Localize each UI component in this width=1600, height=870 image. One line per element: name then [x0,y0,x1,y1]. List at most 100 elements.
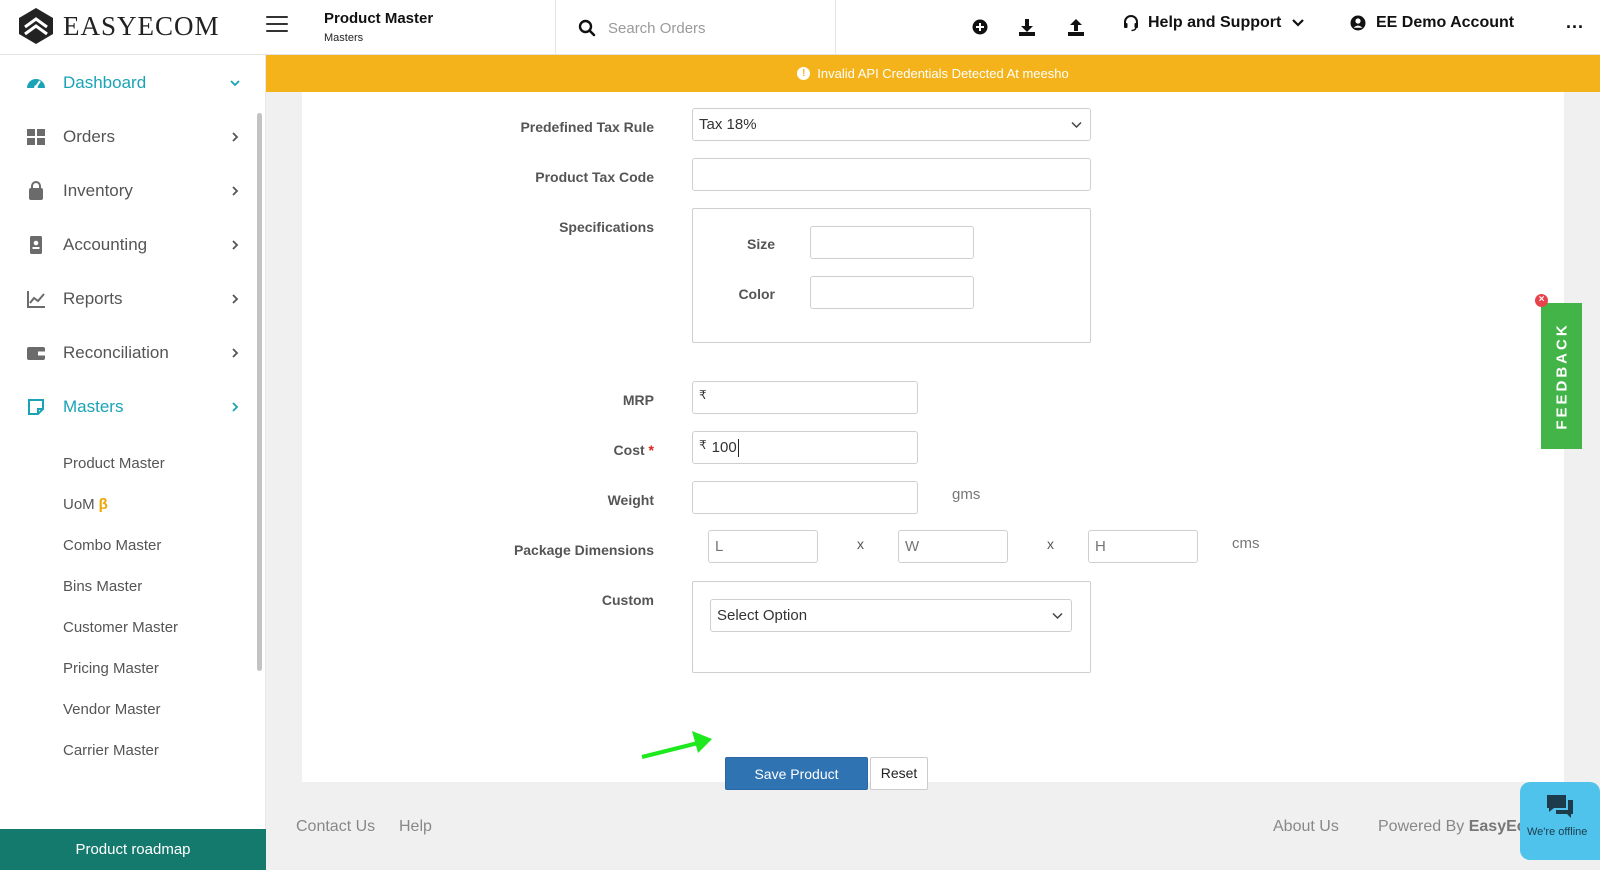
sidebar-item-inventory[interactable]: Inventory [0,171,250,211]
length-input[interactable] [708,530,818,563]
custom-label: Custom [601,592,654,608]
alert-text: Invalid API Credentials Detected At mees… [817,66,1069,81]
sidebar-scrollbar[interactable] [257,113,262,671]
beta-badge: β [98,496,108,513]
tax-rule-value: Tax 18% [699,116,757,133]
chevron-down-icon [1052,612,1063,619]
sidebar-item-reports[interactable]: Reports [0,279,250,319]
green-arrow-icon [641,731,712,759]
ledger-icon [30,236,42,254]
mrp-label: MRP [622,392,654,408]
tax-rule-label: Predefined Tax Rule [520,119,654,135]
brand-name: EASYECOM [63,10,220,41]
help-link[interactable]: Help [399,818,432,836]
sidebar-item-label: Inventory [63,181,133,200]
feedback-close-icon[interactable]: × [1535,294,1548,307]
sidebar-subitem-product-master[interactable]: Product Master [63,455,165,472]
sidebar-item-label: Masters [63,397,124,416]
height-input[interactable] [1088,530,1198,563]
rupee-symbol: ₹ [699,388,707,402]
chat-widget[interactable]: We're offline [1520,782,1600,860]
add-circle-icon[interactable] [970,17,990,37]
sidebar-subitem-customer-master[interactable]: Customer Master [63,619,178,636]
line-chart-icon [27,291,45,308]
sidebar-subitem-uom[interactable]: UoM β [63,496,108,513]
headset-icon [1124,15,1138,32]
chevron-down-icon [1071,121,1082,128]
account-menu[interactable]: EE Demo Account [1350,14,1514,32]
sidebar-subitem-vendor-master[interactable]: Vendor Master [63,701,161,718]
sidebar-item-accounting[interactable]: Accounting [0,225,250,265]
color-input[interactable] [810,276,974,309]
main-content: ! Invalid API Credentials Detected At me… [266,55,1600,870]
sidebar-subitem-label: UoM [63,496,95,513]
chevron-right-icon [232,186,239,196]
download-icon[interactable] [1017,17,1037,37]
weight-input[interactable] [692,481,918,514]
sidebar-subitem-pricing-master[interactable]: Pricing Master [63,660,159,677]
alert-banner: ! Invalid API Credentials Detected At me… [266,55,1600,92]
dimension-separator: x [1047,536,1054,552]
sidebar-item-masters[interactable]: Masters [0,387,250,427]
footer: Contact Us Help About Us Powered By Easy… [266,791,1600,870]
color-label: Color [738,286,775,302]
help-support-menu[interactable]: Help and Support [1122,14,1305,32]
search-input[interactable] [608,14,828,42]
chevron-right-icon [232,240,239,250]
page-heading: Product Master Masters [324,10,433,44]
sidebar-item-reconciliation[interactable]: Reconciliation [0,333,250,373]
brand-logo[interactable]: EASYECOM [18,7,220,45]
top-bar: EASYECOM Product Master Masters He [0,0,1600,55]
chevron-right-icon [232,348,239,358]
cost-label-text: Cost [613,442,645,458]
dimension-unit: cms [1232,535,1260,552]
reset-button[interactable]: Reset [870,757,928,790]
sidebar-subitem-combo-master[interactable]: Combo Master [63,537,161,554]
sidebar-subitem-carrier-master[interactable]: Carrier Master [63,742,159,759]
custom-select[interactable]: Select Option [710,599,1072,632]
cost-input[interactable]: ₹ 100 [692,431,918,464]
chat-bubble-icon [1547,795,1573,818]
sidebar-subitem-bins-master[interactable]: Bins Master [63,578,142,595]
dimension-separator: x [857,536,864,552]
sidebar-item-orders[interactable]: Orders [0,117,250,157]
feedback-tab[interactable]: FEEDBACK [1541,303,1582,449]
sidebar-item-label: Orders [63,127,115,146]
tax-rule-select[interactable]: Tax 18% [692,108,1091,141]
note-icon [28,399,44,415]
powered-by-text: Powered By EasyEc [1378,818,1526,836]
divider [555,0,556,54]
sidebar-item-dashboard[interactable]: Dashboard [0,63,250,103]
more-options-icon[interactable]: ... [1566,12,1584,33]
custom-box: Select Option [692,581,1091,673]
upload-icon[interactable] [1066,17,1086,37]
powered-brand: EasyEc [1468,818,1526,835]
cost-value: 100 [711,439,737,456]
contact-us-link[interactable]: Contact Us [296,818,375,836]
info-icon: ! [797,67,811,80]
cost-label: Cost * [454,442,654,458]
sidebar-item-label: Reports [63,289,123,308]
menu-toggle-icon[interactable] [266,16,288,34]
help-support-label: Help and Support [1148,14,1282,31]
weight-label: Weight [607,492,654,508]
page-subtitle: Masters [324,32,364,44]
specifications-box: Size Color [692,208,1091,343]
tax-code-input[interactable] [692,158,1091,191]
user-circle-icon [1350,15,1366,31]
width-input[interactable] [898,530,1008,563]
mrp-input[interactable]: ₹ [692,381,918,414]
about-us-link[interactable]: About Us [1273,818,1339,836]
size-label: Size [746,236,775,252]
custom-select-value: Select Option [717,607,808,624]
product-roadmap-button[interactable]: Product roadmap [0,829,266,870]
sidebar: Dashboard Orders Inventory Accounting Re… [0,55,266,870]
logo-icon [19,8,53,44]
size-input[interactable] [810,226,974,259]
rupee-symbol: ₹ [699,438,707,452]
account-name: EE Demo Account [1376,14,1515,31]
save-product-button[interactable]: Save Product [725,757,868,790]
sidebar-item-label: Reconciliation [63,343,169,362]
chevron-right-icon [232,294,239,304]
chevron-right-icon [232,402,239,412]
